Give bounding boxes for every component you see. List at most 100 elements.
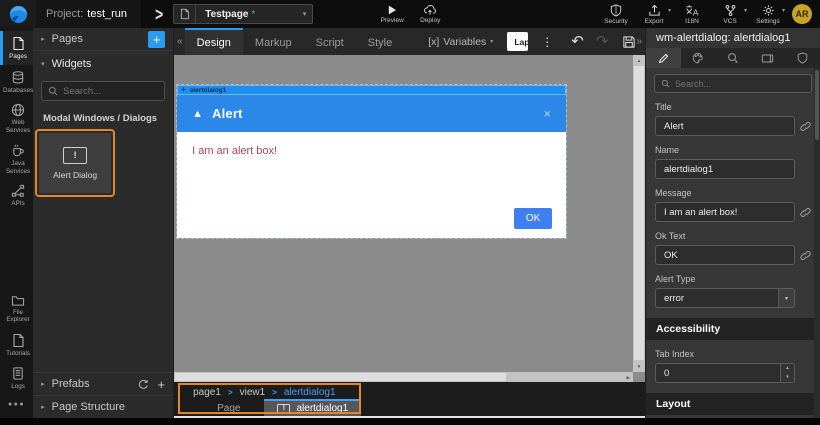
properties-scrollbar[interactable] <box>814 68 820 418</box>
bind-link-icon[interactable] <box>795 207 811 218</box>
bind-link-icon[interactable] <box>795 121 811 132</box>
canvas-horizontal-scrollbar[interactable]: ▶ <box>174 372 633 382</box>
tab-page[interactable]: Page <box>193 401 264 416</box>
tab-index-stepper[interactable]: ▴ ▾ <box>655 363 795 383</box>
scroll-down-icon[interactable]: ▼ <box>633 364 645 369</box>
vcs-button[interactable]: ▾ VCS <box>711 0 749 28</box>
page-icon <box>174 5 196 23</box>
add-prefab-button[interactable]: + <box>158 377 166 392</box>
export-icon <box>648 4 661 17</box>
alert-type-select[interactable]: error ▾ <box>655 288 795 308</box>
bind-link-icon[interactable] <box>795 250 811 261</box>
rail-item-web-services[interactable]: Web Services <box>0 98 33 138</box>
settings-button[interactable]: ▾ Settings <box>749 0 787 28</box>
page-tabs: Page ! alertdialog1 <box>174 399 645 416</box>
name-field-input[interactable] <box>656 160 794 178</box>
chevron-down-icon[interactable]: ▾ <box>778 289 794 307</box>
project-info: Project: test_run <box>36 0 141 28</box>
top-bar: Project: test_run > Testpage * ▾ Preview… <box>0 0 820 28</box>
refresh-icon[interactable] <box>138 379 149 390</box>
widgets-section-header[interactable]: ▾ Widgets <box>33 51 173 77</box>
app-logo[interactable] <box>0 0 36 28</box>
rail-item-apis[interactable]: APIs <box>0 179 33 212</box>
redo-button[interactable]: ↷ <box>596 34 609 49</box>
stepper-up-icon[interactable]: ▴ <box>781 364 794 373</box>
canvas-vertical-scrollbar[interactable]: ▲ ▼ <box>633 55 645 372</box>
selected-widget[interactable]: + alertdialog1 ▲ Alert × I am an alert b… <box>177 85 566 238</box>
scrollbar-thumb[interactable] <box>175 373 505 381</box>
i18n-button[interactable]: A I18N <box>673 0 711 28</box>
search-gear-icon <box>727 52 739 64</box>
tab-index-input[interactable] <box>656 364 780 382</box>
tab-device[interactable] <box>750 48 785 68</box>
palette-icon <box>692 52 704 64</box>
tab-security[interactable] <box>785 48 820 68</box>
breadcrumb-separator: > <box>272 388 277 397</box>
widgets-panel: ▸ Pages + ▾ Widgets Modal Windows / Dial… <box>33 28 174 418</box>
deploy-button[interactable]: Deploy <box>411 0 449 28</box>
export-button[interactable]: ▾ Export <box>635 0 673 28</box>
tab-markup[interactable]: Markup <box>243 28 304 55</box>
stepper-down-icon[interactable]: ▾ <box>781 373 794 382</box>
widget-search-box[interactable] <box>41 81 165 101</box>
rail-item-tutorials[interactable]: Tutorials <box>0 328 33 362</box>
variables-button[interactable]: [x] Variables ▾ <box>428 36 493 48</box>
rail-item-file-explorer[interactable]: File Explorer <box>0 289 33 328</box>
left-rail: Pages Databases Web Services Java Servic… <box>0 28 33 418</box>
expand-panel-icon[interactable]: » <box>636 36 642 47</box>
stepper-arrows[interactable]: ▴ ▾ <box>780 364 794 382</box>
tab-search-advanced[interactable] <box>716 48 751 68</box>
properties-search-box[interactable] <box>654 74 812 93</box>
scroll-up-icon[interactable]: ▲ <box>633 58 645 63</box>
alert-type-field-label: Alert Type <box>655 274 811 284</box>
add-page-button[interactable]: + <box>148 31 165 48</box>
close-icon[interactable]: × <box>544 106 552 121</box>
scroll-right-icon[interactable]: ▶ <box>627 375 630 381</box>
pages-section-header[interactable]: ▸ Pages + <box>33 28 173 51</box>
user-avatar[interactable]: AR <box>792 4 812 24</box>
page-selector-dropdown[interactable]: Testpage * ▾ <box>173 4 313 24</box>
editor-toolbar: « Design Markup Script Style [x] Variabl… <box>174 28 645 55</box>
design-canvas[interactable]: + alertdialog1 ▲ Alert × I am an alert b… <box>174 55 645 382</box>
tab-alertdialog1[interactable]: ! alertdialog1 <box>264 399 361 416</box>
scrollbar-thumb[interactable] <box>634 66 644 360</box>
preview-button[interactable]: Preview <box>373 0 411 28</box>
ok-text-field-label: Ok Text <box>655 231 811 241</box>
security-button[interactable]: Security <box>597 0 635 28</box>
prefabs-section-header[interactable]: ▸ Prefabs + <box>33 372 173 395</box>
tri-right-icon: ▸ <box>41 380 45 388</box>
tab-design[interactable]: Design <box>185 28 243 55</box>
rail-item-pages[interactable]: Pages <box>0 31 33 65</box>
properties-search-input[interactable] <box>675 79 805 89</box>
widget-search-input[interactable] <box>63 86 158 97</box>
rail-item-java-services[interactable]: Java Services <box>0 138 33 179</box>
breadcrumb-view1[interactable]: view1 <box>240 387 266 398</box>
rail-item-databases[interactable]: Databases <box>0 65 33 99</box>
more-options-icon[interactable]: ⋮ <box>541 35 553 49</box>
save-button[interactable] <box>622 35 636 49</box>
unsaved-indicator: * <box>251 9 255 20</box>
tab-script[interactable]: Script <box>304 28 356 55</box>
breadcrumb-alertdialog1[interactable]: alertdialog1 <box>284 387 336 398</box>
device-selector[interactable]: Laptop with MDPI Screen ▾ <box>507 32 528 51</box>
alert-dialog-widget[interactable]: ! Alert Dialog <box>39 133 111 193</box>
tab-properties[interactable] <box>646 48 681 68</box>
rail-item-logs[interactable]: Logs <box>0 361 33 395</box>
properties-panel: wm-alertdialog: alertdialog1 <box>645 28 820 418</box>
tab-style[interactable]: Style <box>356 28 404 55</box>
undo-button[interactable]: ↶ <box>571 34 584 49</box>
title-field-input[interactable] <box>656 117 794 135</box>
breadcrumb-separator: > <box>228 388 233 397</box>
ok-button[interactable]: OK <box>514 208 552 229</box>
message-field-input[interactable] <box>656 203 794 221</box>
rail-more-button[interactable]: ●●● <box>0 395 33 418</box>
page-structure-section-header[interactable]: ▸ Page Structure <box>33 395 173 418</box>
breadcrumb-page1[interactable]: page1 <box>193 387 221 398</box>
section-layout: Layout <box>646 393 820 415</box>
ok-text-field-input[interactable] <box>656 246 794 264</box>
tab-styles[interactable] <box>681 48 716 68</box>
collapse-panel-icon[interactable]: « <box>177 36 183 47</box>
widget-group-title: Modal Windows / Dialogs <box>33 103 173 129</box>
widget-selection-bar[interactable]: + alertdialog1 <box>177 85 566 95</box>
scrollbar-thumb[interactable] <box>815 70 819 140</box>
